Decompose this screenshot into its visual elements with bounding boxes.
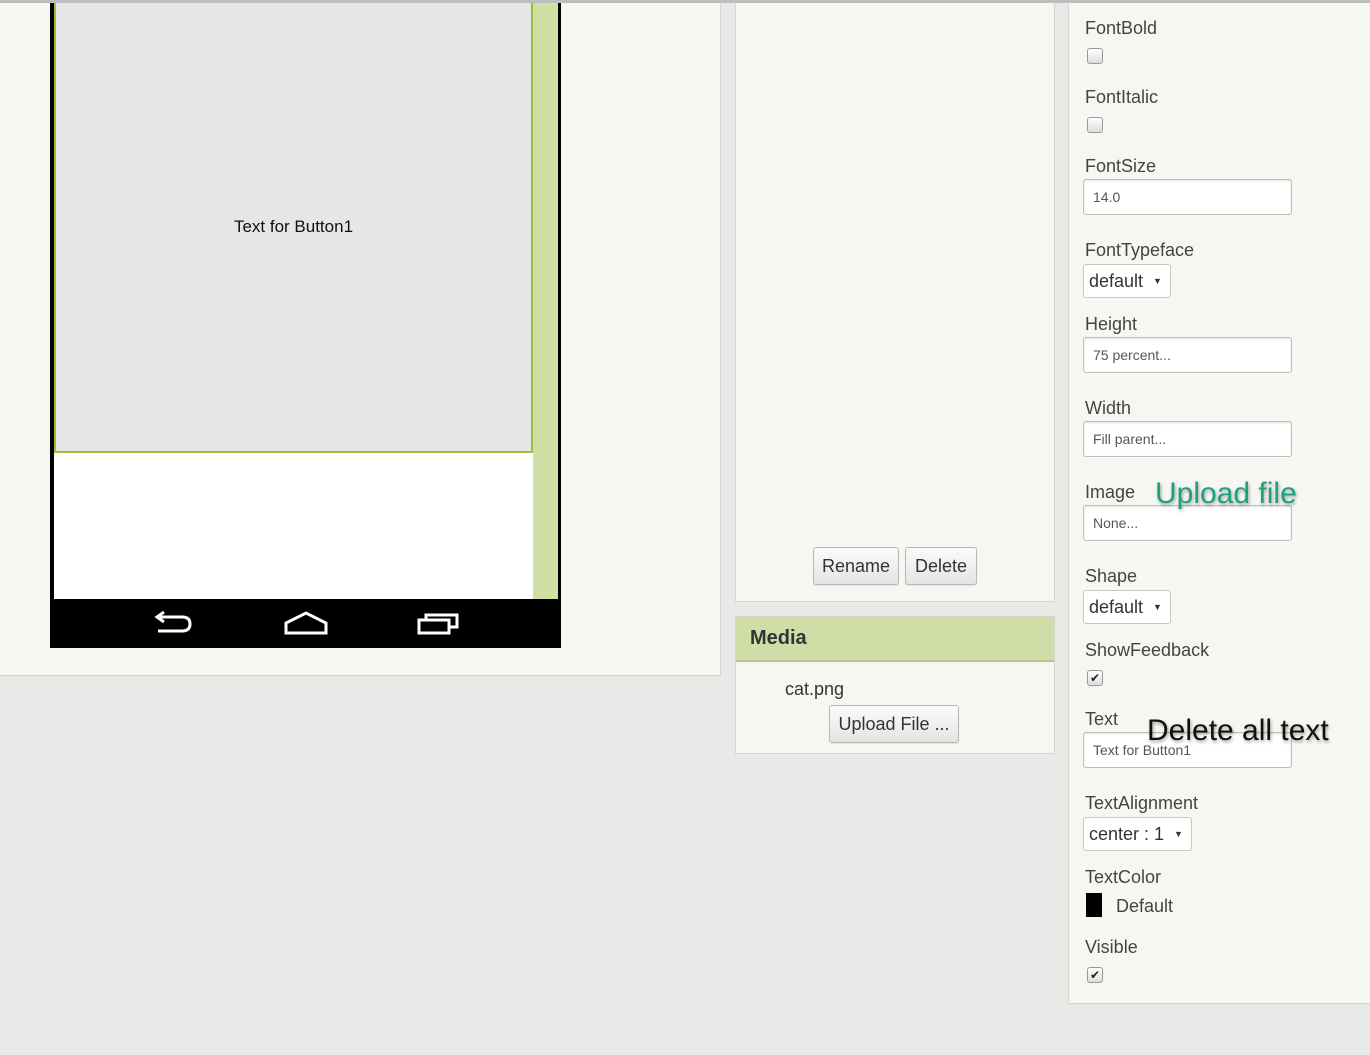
caret-down-icon: ▼ bbox=[1153, 602, 1162, 612]
width-label: Width bbox=[1085, 398, 1132, 418]
height-input[interactable]: 75 percent... bbox=[1083, 337, 1292, 373]
media-header: Media bbox=[736, 617, 1054, 662]
textcolor-value[interactable]: Default bbox=[1116, 896, 1173, 917]
textalignment-value: center : 1 bbox=[1089, 823, 1165, 844]
width-input[interactable]: Fill parent... bbox=[1083, 421, 1292, 457]
fontitalic-checkbox[interactable] bbox=[1087, 117, 1103, 133]
media-panel: Media cat.png Upload File ... bbox=[735, 616, 1055, 754]
button1-preview[interactable]: Text for Button1 bbox=[54, 3, 533, 453]
fonttypeface-dropdown[interactable]: default ▼ bbox=[1083, 264, 1171, 298]
visible-checkbox[interactable]: ✔ bbox=[1087, 967, 1103, 983]
components-panel: Rename Delete bbox=[735, 3, 1055, 602]
showfeedback-label: ShowFeedback bbox=[1085, 640, 1210, 660]
upload-file-button[interactable]: Upload File ... bbox=[829, 705, 959, 743]
fontitalic-label: FontItalic bbox=[1085, 87, 1159, 107]
textcolor-swatch[interactable] bbox=[1086, 893, 1102, 917]
textalignment-dropdown[interactable]: center : 1 ▼ bbox=[1083, 817, 1192, 851]
textalignment-label: TextAlignment bbox=[1085, 793, 1199, 813]
fontbold-label: FontBold bbox=[1085, 18, 1158, 38]
media-file-item[interactable]: cat.png bbox=[785, 679, 844, 700]
showfeedback-checkbox[interactable]: ✔ bbox=[1087, 670, 1103, 686]
fontsize-label: FontSize bbox=[1085, 156, 1157, 176]
shape-label: Shape bbox=[1085, 566, 1138, 586]
screen-scrollbar bbox=[533, 3, 558, 599]
image-label: Image bbox=[1085, 482, 1136, 502]
fontsize-input[interactable]: 14.0 bbox=[1083, 179, 1292, 215]
button1-preview-text: Text for Button1 bbox=[233, 217, 354, 236]
text-label: Text bbox=[1085, 709, 1119, 729]
recent-apps-icon bbox=[417, 613, 459, 635]
rename-button[interactable]: Rename bbox=[813, 547, 899, 585]
fontbold-checkbox[interactable] bbox=[1087, 48, 1103, 64]
textcolor-label: TextColor bbox=[1085, 867, 1162, 887]
caret-down-icon: ▼ bbox=[1153, 276, 1162, 286]
caret-down-icon: ▼ bbox=[1174, 829, 1183, 839]
android-nav-bar bbox=[50, 599, 561, 648]
height-label: Height bbox=[1085, 314, 1138, 334]
viewer-panel: Text for Button1 bbox=[0, 3, 721, 676]
shape-dropdown[interactable]: default ▼ bbox=[1083, 590, 1171, 624]
home-icon bbox=[284, 611, 328, 635]
visible-label: Visible bbox=[1085, 937, 1138, 957]
delete-button[interactable]: Delete bbox=[905, 547, 977, 585]
back-icon bbox=[154, 610, 192, 633]
upload-file-annotation: Upload file bbox=[1155, 477, 1297, 510]
delete-all-text-annotation: Delete all text bbox=[1147, 714, 1329, 747]
fonttypeface-label: FontTypeface bbox=[1085, 240, 1195, 260]
shape-value: default bbox=[1089, 596, 1144, 617]
fonttypeface-value: default bbox=[1089, 270, 1144, 291]
